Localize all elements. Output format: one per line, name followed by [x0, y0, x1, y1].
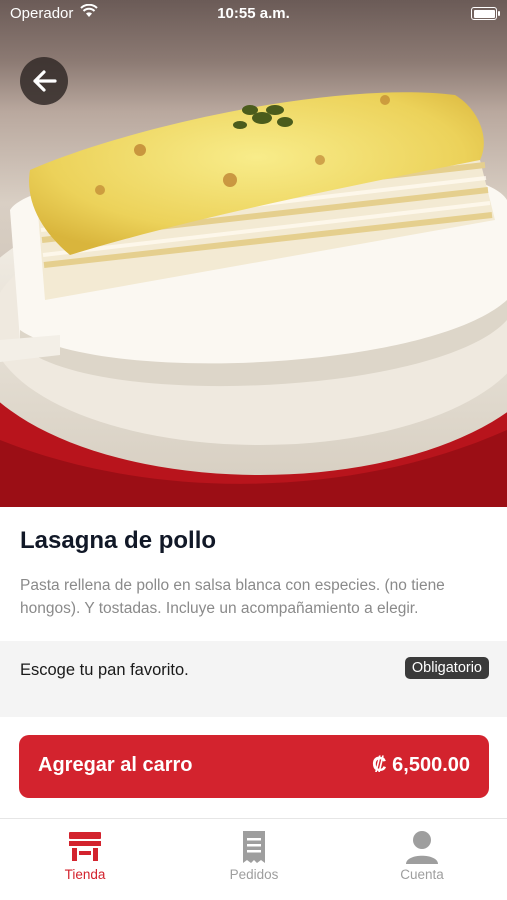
product-image	[0, 0, 507, 507]
receipt-icon	[204, 829, 304, 867]
tab-tienda[interactable]: Tienda	[35, 829, 135, 882]
lasagna-illustration	[0, 92, 507, 507]
status-bar: Operador 10:55 a.m.	[0, 0, 507, 28]
required-badge: Obligatorio	[404, 657, 489, 679]
battery-icon	[471, 7, 500, 20]
product-title: Lasagna de pollo	[20, 527, 217, 554]
tab-label-pedidos: Pedidos	[229, 867, 279, 882]
tab-bar: Tienda Pedidos Cuenta	[0, 818, 507, 900]
price-label: ₡ 6,500.00	[372, 754, 470, 776]
option-label: Escoge tu pan favorito.	[20, 661, 189, 679]
tab-label-cuenta: Cuenta	[400, 867, 444, 882]
tab-label-tienda: Tienda	[64, 867, 106, 882]
back-button[interactable]	[20, 57, 68, 105]
tab-cuenta[interactable]: Cuenta	[372, 829, 472, 882]
tab-pedidos[interactable]: Pedidos	[204, 829, 304, 882]
add-to-cart-button[interactable]: Agregar al carro ₡ 6,500.00	[19, 735, 489, 798]
bread-option-row[interactable]: Escoge tu pan favorito. Obligatorio	[0, 641, 507, 717]
product-description: Pasta rellena de pollo en salsa blanca c…	[20, 577, 445, 617]
store-icon	[35, 829, 135, 867]
user-icon	[372, 829, 472, 867]
arrow-left-icon	[33, 70, 57, 92]
add-to-cart-label: Agregar al carro	[38, 754, 193, 776]
clock: 10:55 a.m.	[217, 5, 290, 22]
